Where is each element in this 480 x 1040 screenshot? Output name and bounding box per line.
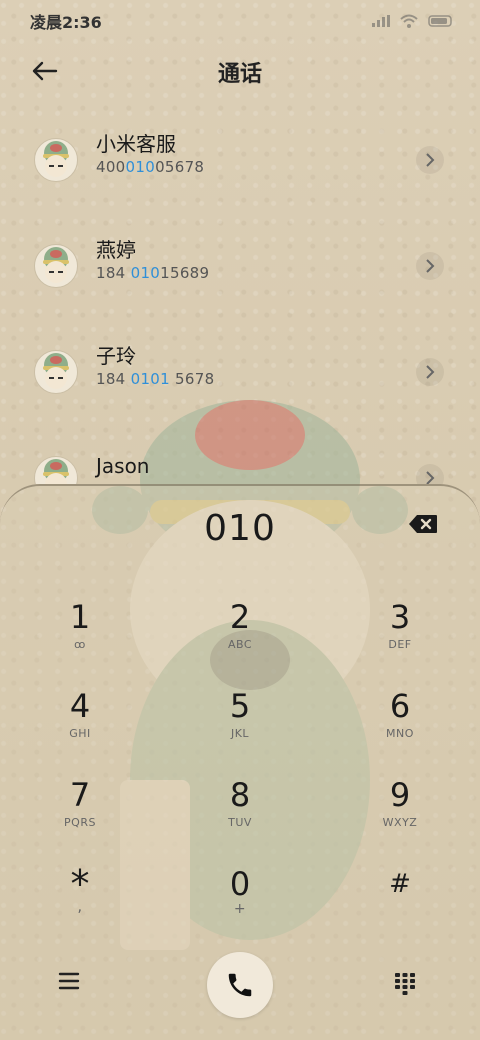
menu-icon — [58, 972, 80, 990]
keypad-icon — [395, 973, 415, 995]
key-2[interactable]: 2 ABC — [180, 598, 300, 678]
signal-icon — [372, 15, 390, 27]
avatar — [34, 456, 78, 484]
key-3[interactable]: 3 DEF — [340, 598, 460, 678]
battery-icon — [428, 15, 452, 27]
key-star[interactable]: *, — [20, 865, 140, 945]
mascot-avatar-icon — [43, 247, 69, 283]
voicemail-icon: ꝏ — [74, 638, 86, 651]
key-7[interactable]: 7 PQRS — [20, 776, 140, 856]
call-button[interactable] — [207, 952, 273, 1018]
mascot-avatar-icon — [43, 459, 69, 484]
backspace-button[interactable] — [408, 514, 442, 538]
mascot-avatar-icon — [43, 353, 69, 389]
contact-item[interactable]: 子玲 184 0101 5678 — [0, 344, 480, 450]
key-1[interactable]: 1ꝏ — [20, 598, 140, 678]
key-5[interactable]: 5 JKL — [180, 687, 300, 767]
avatar — [34, 138, 78, 182]
status-bar: 凌晨2:36 — [0, 0, 480, 42]
contact-name: 子玲 — [96, 344, 136, 368]
backspace-icon — [409, 515, 437, 533]
status-time: 凌晨2:36 — [30, 13, 102, 32]
menu-button[interactable] — [58, 972, 88, 998]
contact-item[interactable]: 燕婷 184 01015689 — [0, 238, 480, 344]
contact-detail-button[interactable] — [416, 252, 444, 280]
key-4[interactable]: 4 GHI — [20, 687, 140, 767]
phone-icon — [228, 973, 252, 997]
wifi-icon — [400, 14, 418, 28]
contact-name: 燕婷 — [96, 238, 136, 262]
bottom-bar — [0, 952, 480, 1018]
keypad-toggle-button[interactable] — [394, 972, 420, 998]
key-0[interactable]: 0 + — [180, 865, 300, 945]
key-8[interactable]: 8 TUV — [180, 776, 300, 856]
contact-detail-button[interactable] — [416, 464, 444, 484]
contact-name: 小米客服 — [96, 132, 176, 156]
chevron-right-icon — [426, 259, 435, 273]
avatar — [34, 350, 78, 394]
contact-detail-button[interactable] — [416, 146, 444, 174]
contact-detail-button[interactable] — [416, 358, 444, 386]
contact-number: 184 01015689 — [96, 264, 210, 282]
chevron-right-icon — [426, 471, 435, 484]
key-hash[interactable]: # — [340, 865, 460, 945]
contact-item[interactable]: Jason — [0, 456, 480, 484]
contact-name: Jason — [96, 456, 150, 478]
page-title: 通话 — [217, 62, 262, 87]
avatar — [34, 244, 78, 288]
contact-number: 40001005678 — [96, 158, 205, 176]
key-6[interactable]: 6 MNO — [340, 687, 460, 767]
mascot-avatar-icon — [43, 141, 69, 177]
contact-number: 184 0101 5678 — [96, 370, 215, 388]
key-9[interactable]: 9 WXYZ — [340, 776, 460, 856]
header: 通话 — [0, 46, 480, 94]
chevron-right-icon — [426, 365, 435, 379]
contact-item[interactable]: 小米客服 40001005678 — [0, 132, 480, 238]
chevron-right-icon — [426, 153, 435, 167]
